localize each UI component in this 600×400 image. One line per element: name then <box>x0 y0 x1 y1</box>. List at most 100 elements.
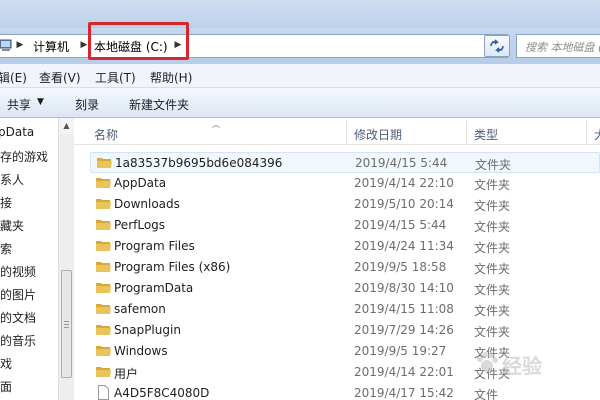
menu-bar: 辑(E) 查看(V) 工具(T) 帮助(H) <box>0 64 600 88</box>
nav-item-appdata[interactable]: pData <box>0 125 34 139</box>
grip-line <box>64 327 69 328</box>
nav-scrollbar[interactable]: ▲ <box>58 118 74 400</box>
nav-item-favorites[interactable]: 藏夹 <box>0 217 24 234</box>
new-folder-button[interactable]: 新建文件夹 <box>129 96 189 113</box>
folder-icon <box>96 199 111 209</box>
column-divider[interactable] <box>346 121 347 143</box>
folder-icon <box>96 241 111 251</box>
burn-button[interactable]: 刻录 <box>75 96 99 113</box>
grip-line <box>64 324 69 325</box>
file-date: 2019/5/10 20:14 <box>354 197 454 211</box>
breadcrumb-arrow-icon[interactable]: ▶ <box>80 39 88 51</box>
file-name: Program Files (x86) <box>114 260 231 274</box>
file-type: 文件 <box>474 388 499 400</box>
file-date: 2019/7/29 14:26 <box>354 323 454 337</box>
file-row[interactable]: Program Files 2019/4/24 11:34 文件夹 <box>90 236 600 257</box>
watermark: 经验 <box>474 346 594 382</box>
watermark-text: 经验 <box>502 354 542 378</box>
file-row[interactable]: AppData 2019/4/14 22:10 文件夹 <box>90 173 600 194</box>
nav-item-pictures[interactable]: 的图片 <box>0 286 36 303</box>
file-type: 文件夹 <box>474 220 511 234</box>
folder-icon <box>96 325 111 335</box>
file-name: A4D5F8C4080D <box>114 386 210 400</box>
column-divider[interactable] <box>586 121 587 143</box>
file-type: 文件夹 <box>474 178 511 192</box>
refresh-button[interactable] <box>484 35 510 57</box>
sort-arrow-icon: ︿ <box>212 120 220 129</box>
file-date: 2019/9/5 19:27 <box>354 344 447 358</box>
column-name[interactable]: 名称 <box>94 126 118 143</box>
scroll-up-icon[interactable]: ▲ <box>59 118 74 134</box>
file-name: 用户 <box>114 367 139 381</box>
folder-icon <box>96 346 111 356</box>
file-name: safemon <box>114 302 166 316</box>
file-row[interactable]: A4D5F8C4080D 2019/4/17 15:42 文件 <box>90 383 600 400</box>
column-size[interactable]: 大 <box>594 126 600 143</box>
file-date: 2019/4/17 15:42 <box>354 386 454 400</box>
file-type: 文件夹 <box>474 199 511 213</box>
file-date: 2019/4/24 11:34 <box>354 239 454 253</box>
grip-line <box>64 321 69 322</box>
nav-item-videos[interactable]: 的视频 <box>0 263 36 280</box>
nav-item-music[interactable]: 的音乐 <box>0 332 36 349</box>
share-dropdown-icon[interactable]: ▼ <box>37 97 44 107</box>
file-row[interactable]: PerfLogs 2019/4/15 5:44 文件夹 <box>90 215 600 236</box>
file-name: ProgramData <box>114 281 194 295</box>
column-date[interactable]: 修改日期 <box>354 126 402 143</box>
file-icon <box>98 385 109 400</box>
file-name: SnapPlugin <box>114 323 181 337</box>
file-type: 文件夹 <box>475 158 512 172</box>
file-row[interactable]: 1a83537b9695bd6e084396 2019/4/15 5:44 文件夹 <box>90 152 600 173</box>
file-name: PerfLogs <box>114 218 166 232</box>
file-date: 2019/8/30 14:10 <box>354 281 454 295</box>
file-row[interactable]: Downloads 2019/5/10 20:14 文件夹 <box>90 194 600 215</box>
refresh-icon <box>490 39 504 53</box>
scroll-thumb[interactable] <box>61 270 72 378</box>
file-row[interactable]: safemon 2019/4/15 11:08 文件夹 <box>90 299 600 320</box>
folder-icon <box>96 220 111 230</box>
menu-edit[interactable]: 辑(E) <box>0 69 27 86</box>
file-date: 2019/4/14 22:01 <box>354 365 454 379</box>
nav-item-links[interactable]: 接 <box>0 194 12 211</box>
file-row[interactable]: Program Files (x86) 2019/9/5 18:58 文件夹 <box>90 257 600 278</box>
menu-tools[interactable]: 工具(T) <box>95 69 136 86</box>
nav-item-desktop[interactable]: 面 <box>0 378 12 395</box>
file-date: 2019/9/5 18:58 <box>354 260 447 274</box>
folder-icon <box>97 158 112 168</box>
nav-item-searches[interactable]: 索 <box>0 240 12 257</box>
breadcrumb-computer[interactable]: 计算机 <box>33 38 69 55</box>
search-placeholder: 搜索 本地磁盘 (C:) <box>525 41 600 54</box>
file-name: Windows <box>114 344 168 358</box>
breadcrumb-arrow-icon[interactable]: ▶ <box>16 39 24 51</box>
file-name: AppData <box>114 176 167 190</box>
file-name: Downloads <box>114 197 180 211</box>
column-header: ︿ 名称 修改日期 类型 大 <box>74 118 600 145</box>
menu-help[interactable]: 帮助(H) <box>150 69 192 86</box>
folder-icon <box>96 367 111 377</box>
nav-item-documents[interactable]: 的文档 <box>0 309 36 326</box>
share-button[interactable]: 共享 <box>7 96 31 113</box>
column-type[interactable]: 类型 <box>474 126 498 143</box>
nav-item-contacts[interactable]: 系人 <box>0 171 24 188</box>
folder-icon <box>96 178 111 188</box>
column-divider[interactable] <box>466 121 467 143</box>
file-type: 文件夹 <box>474 262 511 276</box>
command-bar: 共享 ▼ 刻录 新建文件夹 <box>0 88 600 118</box>
folder-icon <box>96 304 111 314</box>
file-name: 1a83537b9695bd6e084396 <box>115 156 283 170</box>
file-date: 2019/4/15 5:44 <box>355 156 448 170</box>
address-bar[interactable]: ▶ 计算机 ▶ 本地磁盘 (C:) ▶ ▼ <box>0 34 508 58</box>
file-type: 文件夹 <box>474 304 511 318</box>
menu-view[interactable]: 查看(V) <box>39 69 81 86</box>
file-type: 文件夹 <box>474 241 511 255</box>
file-row[interactable]: ProgramData 2019/8/30 14:10 文件夹 <box>90 278 600 299</box>
file-type: 文件夹 <box>474 283 511 297</box>
file-name: Program Files <box>114 239 195 253</box>
file-type: 文件夹 <box>474 325 511 339</box>
search-field[interactable]: 搜索 本地磁盘 (C:) <box>516 34 600 58</box>
folder-icon <box>96 283 111 293</box>
nav-item-games[interactable]: 戏 <box>0 355 12 372</box>
file-row[interactable]: SnapPlugin 2019/7/29 14:26 文件夹 <box>90 320 600 341</box>
file-date: 2019/4/15 5:44 <box>354 218 447 232</box>
nav-item-saved-games[interactable]: 存的游戏 <box>0 148 48 165</box>
